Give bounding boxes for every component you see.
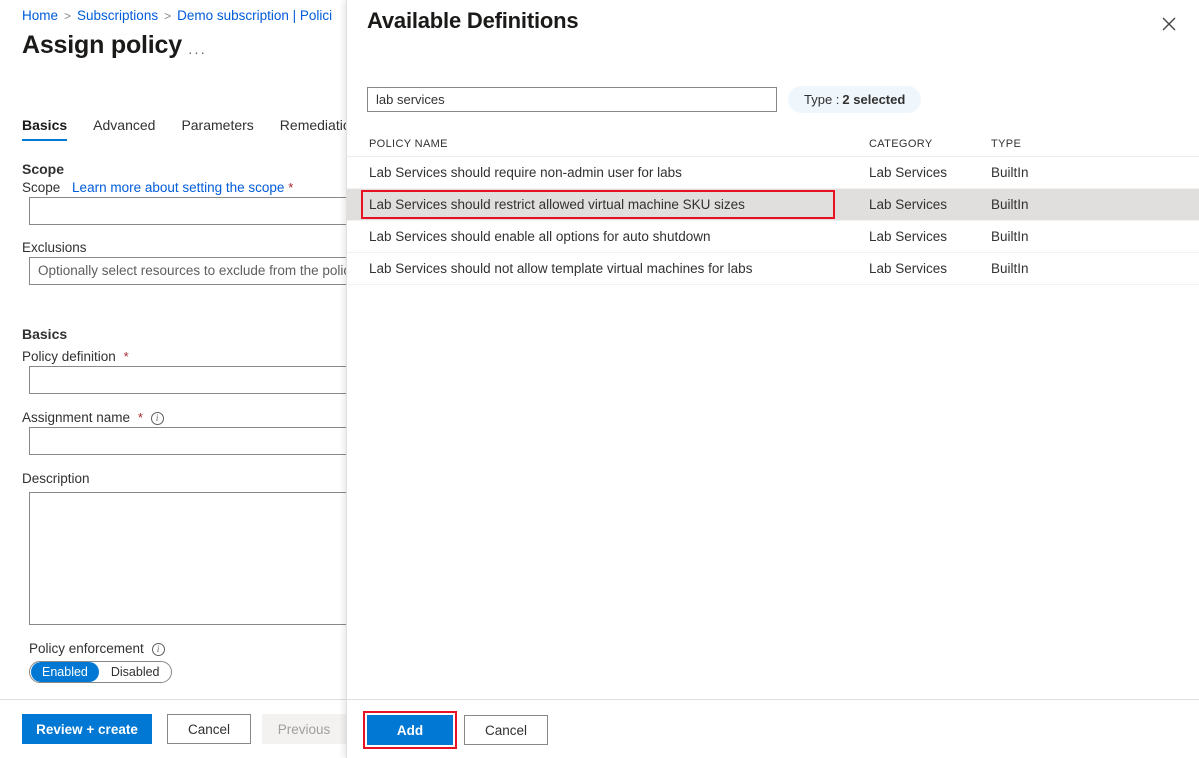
breadcrumb-item-demo-subscription[interactable]: Demo subscription | Polici (177, 8, 332, 23)
cancel-button[interactable]: Cancel (167, 714, 251, 744)
breadcrumb-item-home[interactable]: Home (22, 8, 58, 23)
assign-policy-footer: Review + create Cancel Previous (0, 699, 346, 758)
description-label: Description (22, 471, 90, 486)
scope-label-text: Scope (22, 180, 61, 195)
scope-field-label: Scope Learn more about setting the scope… (22, 180, 293, 195)
search-input[interactable]: lab services (367, 87, 777, 112)
tab-remediation[interactable]: Remediation (280, 117, 346, 141)
cell-category: Lab Services (869, 197, 948, 212)
assignment-name-required-marker: * (137, 410, 143, 425)
assignment-name-label-text: Assignment name (22, 410, 131, 425)
page-title: Assign policy (22, 31, 182, 59)
type-filter-prefix: Type : (804, 92, 840, 107)
table-row[interactable]: Lab Services should not allow template v… (347, 253, 1199, 285)
cell-category: Lab Services (869, 165, 948, 180)
policy-definition-input[interactable] (29, 366, 346, 394)
table-row-selected[interactable]: Lab Services should restrict allowed vir… (347, 189, 1199, 221)
policy-enforcement-toggle[interactable]: Enabled Disabled (29, 661, 172, 683)
assign-policy-blade: Home > Subscriptions > Demo subscription | P… (0, 0, 346, 758)
more-options-icon[interactable]: ··· (188, 44, 207, 60)
scope-learn-more-link[interactable]: Learn more about setting the scope (72, 180, 284, 195)
exclusions-label: Exclusions (22, 240, 87, 255)
policy-enforcement-option-enabled[interactable]: Enabled (31, 662, 99, 682)
info-icon[interactable]: i (151, 643, 165, 656)
cell-type: BuiltIn (991, 229, 1029, 244)
scope-required-marker: * (288, 180, 294, 195)
assignment-name-label: Assignment name * i (22, 410, 164, 425)
tab-bar: Basics Advanced Parameters Remediation (22, 117, 346, 141)
add-button[interactable]: Add (367, 715, 453, 745)
type-filter-pill[interactable]: Type :2 selected (788, 86, 922, 113)
breadcrumb-separator: > (64, 9, 72, 23)
policy-definition-label-text: Policy definition (22, 349, 116, 364)
policy-definition-label: Policy definition * (22, 349, 129, 364)
close-icon[interactable] (1157, 12, 1181, 36)
column-header-type[interactable]: TYPE (991, 138, 1141, 150)
cell-type: BuiltIn (991, 165, 1029, 180)
cell-type: BuiltIn (991, 197, 1029, 212)
cell-policy-name: Lab Services should not allow template v… (369, 261, 753, 276)
breadcrumb-separator: > (164, 9, 172, 23)
assign-policy-blade-content: Home > Subscriptions > Demo subscription | P… (0, 0, 346, 758)
review-create-button[interactable]: Review + create (22, 714, 152, 744)
tab-advanced[interactable]: Advanced (93, 117, 155, 141)
type-filter-value: 2 selected (842, 92, 906, 107)
cell-policy-name: Lab Services should enable all options f… (369, 229, 711, 244)
breadcrumb-item-subscriptions[interactable]: Subscriptions (77, 8, 158, 23)
policy-enforcement-option-disabled[interactable]: Disabled (100, 662, 171, 682)
panel-cancel-button[interactable]: Cancel (464, 715, 548, 745)
exclusions-input[interactable]: Optionally select resources to exclude f… (29, 257, 346, 285)
assignment-name-input[interactable] (29, 427, 346, 455)
tab-parameters[interactable]: Parameters (181, 117, 253, 141)
cell-category: Lab Services (869, 229, 948, 244)
table-row[interactable]: Lab Services should require non-admin us… (347, 157, 1199, 189)
cell-category: Lab Services (869, 261, 948, 276)
tab-basics[interactable]: Basics (22, 117, 68, 141)
cell-policy-name-text: Lab Services should restrict allowed vir… (369, 197, 745, 212)
column-header-policy-name[interactable]: POLICY NAME (369, 138, 869, 150)
column-header-category[interactable]: CATEGORY (869, 138, 991, 150)
breadcrumb: Home > Subscriptions > Demo subscription | P… (22, 8, 332, 23)
scope-section-heading: Scope (22, 161, 65, 177)
policy-enforcement-label-text: Policy enforcement (29, 641, 144, 656)
policy-definition-required-marker: * (123, 349, 129, 364)
panel-title: Available Definitions (367, 8, 579, 33)
definitions-table: POLICY NAME CATEGORY TYPE Lab Services s… (347, 131, 1199, 285)
app-root: Home > Subscriptions > Demo subscription | P… (0, 0, 1199, 758)
panel-footer: Add Cancel (347, 699, 1199, 758)
table-row[interactable]: Lab Services should enable all options f… (347, 221, 1199, 253)
info-icon[interactable]: i (150, 412, 164, 425)
scope-input[interactable] (29, 197, 346, 225)
policy-enforcement-label: Policy enforcement i (29, 641, 165, 656)
cell-policy-name: Lab Services should require non-admin us… (369, 165, 682, 180)
cell-policy-name: Lab Services should restrict allowed vir… (361, 190, 869, 219)
previous-button: Previous (262, 714, 346, 744)
basics-section-heading: Basics (22, 326, 68, 342)
description-input[interactable] (29, 492, 346, 625)
table-header-row: POLICY NAME CATEGORY TYPE (347, 131, 1199, 157)
available-definitions-panel: Available Definitions lab services Type … (346, 0, 1199, 758)
cell-type: BuiltIn (991, 261, 1029, 276)
